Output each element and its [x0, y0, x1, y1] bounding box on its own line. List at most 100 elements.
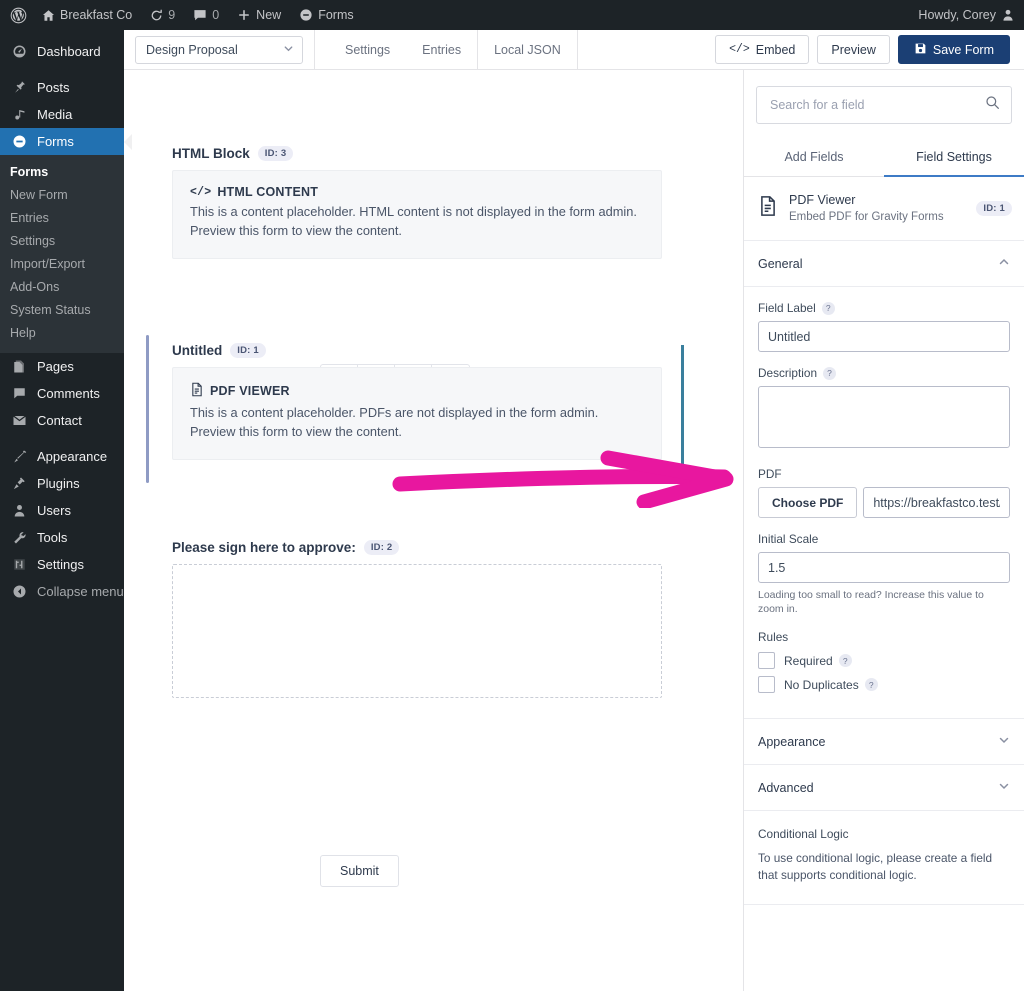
- adminbar-forms-button[interactable]: Forms: [290, 0, 362, 30]
- toolbar-divider: [576, 29, 578, 70]
- section-general-body: Field Label ? Description ? PDF Choose P…: [744, 287, 1024, 719]
- adminbar-forms-label: Forms: [318, 8, 354, 22]
- form-canvas: HTML Block ID: 3 </> HTML CONTENT This i…: [124, 70, 743, 991]
- forms-icon: [299, 8, 313, 22]
- submenu-item-help[interactable]: Help: [0, 322, 124, 345]
- preview-button[interactable]: Preview: [817, 35, 890, 64]
- required-checkbox[interactable]: [758, 652, 775, 669]
- admin-sidebar: Dashboard Posts Media Forms Forms New Fo…: [0, 30, 124, 991]
- sidebar-item-forms[interactable]: Forms: [0, 128, 124, 155]
- field-title-row: HTML Block ID: 3: [172, 146, 662, 161]
- pdf-label: PDF: [758, 467, 782, 481]
- plug-icon: [10, 476, 28, 491]
- section-advanced-header[interactable]: Advanced: [744, 765, 1024, 811]
- toolbar-actions: </> Embed Preview Save Form: [715, 35, 1024, 64]
- wordpress-logo-button[interactable]: [0, 0, 33, 30]
- conditional-logic-section: Conditional Logic To use conditional log…: [744, 811, 1024, 905]
- sidebar-item-contact[interactable]: Contact: [0, 407, 124, 434]
- tab-settings[interactable]: Settings: [329, 30, 406, 70]
- section-appearance-header[interactable]: Appearance: [744, 719, 1024, 765]
- placeholder-heading: </> HTML CONTENT: [190, 185, 644, 199]
- submenu-item-system-status[interactable]: System Status: [0, 299, 124, 322]
- field-label-label: Field Label: [758, 301, 816, 315]
- embed-label: Embed: [755, 42, 796, 57]
- sidebar-item-settings[interactable]: Settings: [0, 551, 124, 578]
- placeholder-body: This is a content placeholder. PDFs are …: [190, 405, 599, 439]
- sidebar-item-collapse-menu[interactable]: Collapse menu: [0, 578, 124, 605]
- form-field-pdf-viewer[interactable]: Untitled ID: 1 PDF VIEWER This is a cont…: [146, 335, 662, 483]
- sidebar-item-tools[interactable]: Tools: [0, 524, 124, 551]
- no-duplicates-label-wrap: No Duplicates ?: [784, 678, 878, 692]
- submenu-item-import-export[interactable]: Import/Export: [0, 253, 124, 276]
- submenu-item-forms[interactable]: Forms: [0, 161, 124, 184]
- form-switcher-dropdown[interactable]: Design Proposal: [135, 35, 303, 64]
- field-label-input[interactable]: [758, 321, 1010, 352]
- form-field-html-block[interactable]: HTML Block ID: 3 </> HTML CONTENT This i…: [172, 146, 662, 259]
- site-name-button[interactable]: Breakfast Co: [33, 0, 141, 30]
- field-placeholder: </> HTML CONTENT This is a content place…: [172, 170, 662, 259]
- signature-canvas[interactable]: [172, 564, 662, 698]
- updates-button[interactable]: 9: [141, 0, 184, 30]
- conditional-logic-text: To use conditional logic, please create …: [758, 851, 993, 882]
- sidebar-label: Comments: [37, 386, 100, 401]
- field-title-row: Please sign here to approve: ID: 2: [172, 540, 662, 555]
- help-icon[interactable]: ?: [838, 654, 852, 667]
- form-switcher-label: Design Proposal: [146, 42, 238, 57]
- embed-button[interactable]: </> Embed: [715, 35, 810, 64]
- sidebar-item-plugins[interactable]: Plugins: [0, 470, 124, 497]
- sidebar-label: Users: [37, 503, 71, 518]
- chevron-down-icon: [998, 780, 1010, 795]
- tab-local-json[interactable]: Local JSON: [478, 30, 577, 70]
- section-general-header[interactable]: General: [744, 241, 1024, 287]
- help-icon[interactable]: ?: [864, 678, 878, 691]
- sidebar-item-appearance[interactable]: Appearance: [0, 443, 124, 470]
- save-form-button[interactable]: Save Form: [897, 35, 1010, 64]
- sidebar-item-posts[interactable]: Posts: [0, 74, 124, 101]
- form-editor-toolbar: Design Proposal Settings Entries Local J…: [124, 29, 1024, 70]
- rules-label: Rules: [758, 630, 789, 644]
- help-icon[interactable]: ?: [821, 301, 835, 315]
- submenu-item-add-ons[interactable]: Add-Ons: [0, 276, 124, 299]
- sidebar-item-users[interactable]: Users: [0, 497, 124, 524]
- comments-count: 0: [212, 8, 220, 22]
- media-icon: [10, 107, 28, 122]
- tab-entries[interactable]: Entries: [406, 30, 477, 70]
- panel-field-id-badge: ID: 1: [976, 201, 1012, 216]
- search-icon: [985, 95, 1000, 115]
- tab-field-settings[interactable]: Field Settings: [884, 140, 1024, 177]
- search-field-box[interactable]: [756, 86, 1012, 124]
- no-duplicates-checkbox[interactable]: [758, 676, 775, 693]
- sidebar-label: Forms: [37, 134, 74, 149]
- section-general-label: General: [758, 256, 803, 271]
- rule-required-row[interactable]: Required ?: [758, 652, 1010, 669]
- mail-icon: [10, 413, 28, 428]
- home-icon: [42, 9, 55, 22]
- field-label: Please sign here to approve:: [172, 540, 356, 555]
- field-selected-indicator: [146, 335, 149, 483]
- field-placeholder: PDF VIEWER This is a content placeholder…: [172, 367, 662, 460]
- search-input[interactable]: [768, 97, 985, 113]
- sidebar-item-media[interactable]: Media: [0, 101, 124, 128]
- submenu-item-entries[interactable]: Entries: [0, 207, 124, 230]
- comments-button[interactable]: 0: [184, 0, 228, 30]
- sidebar-item-pages[interactable]: Pages: [0, 353, 124, 380]
- submenu-item-new-form[interactable]: New Form: [0, 184, 124, 207]
- account-menu[interactable]: Howdy, Corey: [909, 0, 1024, 30]
- form-field-signature[interactable]: Please sign here to approve: ID: 2: [172, 540, 662, 698]
- sidebar-item-comments[interactable]: Comments: [0, 380, 124, 407]
- rule-no-duplicates-row[interactable]: No Duplicates ?: [758, 676, 1010, 693]
- placeholder-heading-label: PDF VIEWER: [210, 384, 290, 398]
- submenu-item-settings[interactable]: Settings: [0, 230, 124, 253]
- sidebar-label: Settings: [37, 557, 84, 572]
- choose-pdf-button[interactable]: Choose PDF: [758, 487, 858, 518]
- new-content-button[interactable]: New: [228, 0, 290, 30]
- submit-button[interactable]: Submit: [320, 855, 399, 887]
- description-textarea[interactable]: [758, 386, 1010, 448]
- sidebar-item-dashboard[interactable]: Dashboard: [0, 38, 124, 65]
- help-icon[interactable]: ?: [823, 366, 837, 380]
- pdf-url-input[interactable]: [863, 487, 1010, 518]
- admin-bar: Breakfast Co 9 0 New Forms Howdy, Corey: [0, 0, 1024, 30]
- initial-scale-input[interactable]: [758, 552, 1010, 583]
- tab-add-fields[interactable]: Add Fields: [744, 140, 884, 177]
